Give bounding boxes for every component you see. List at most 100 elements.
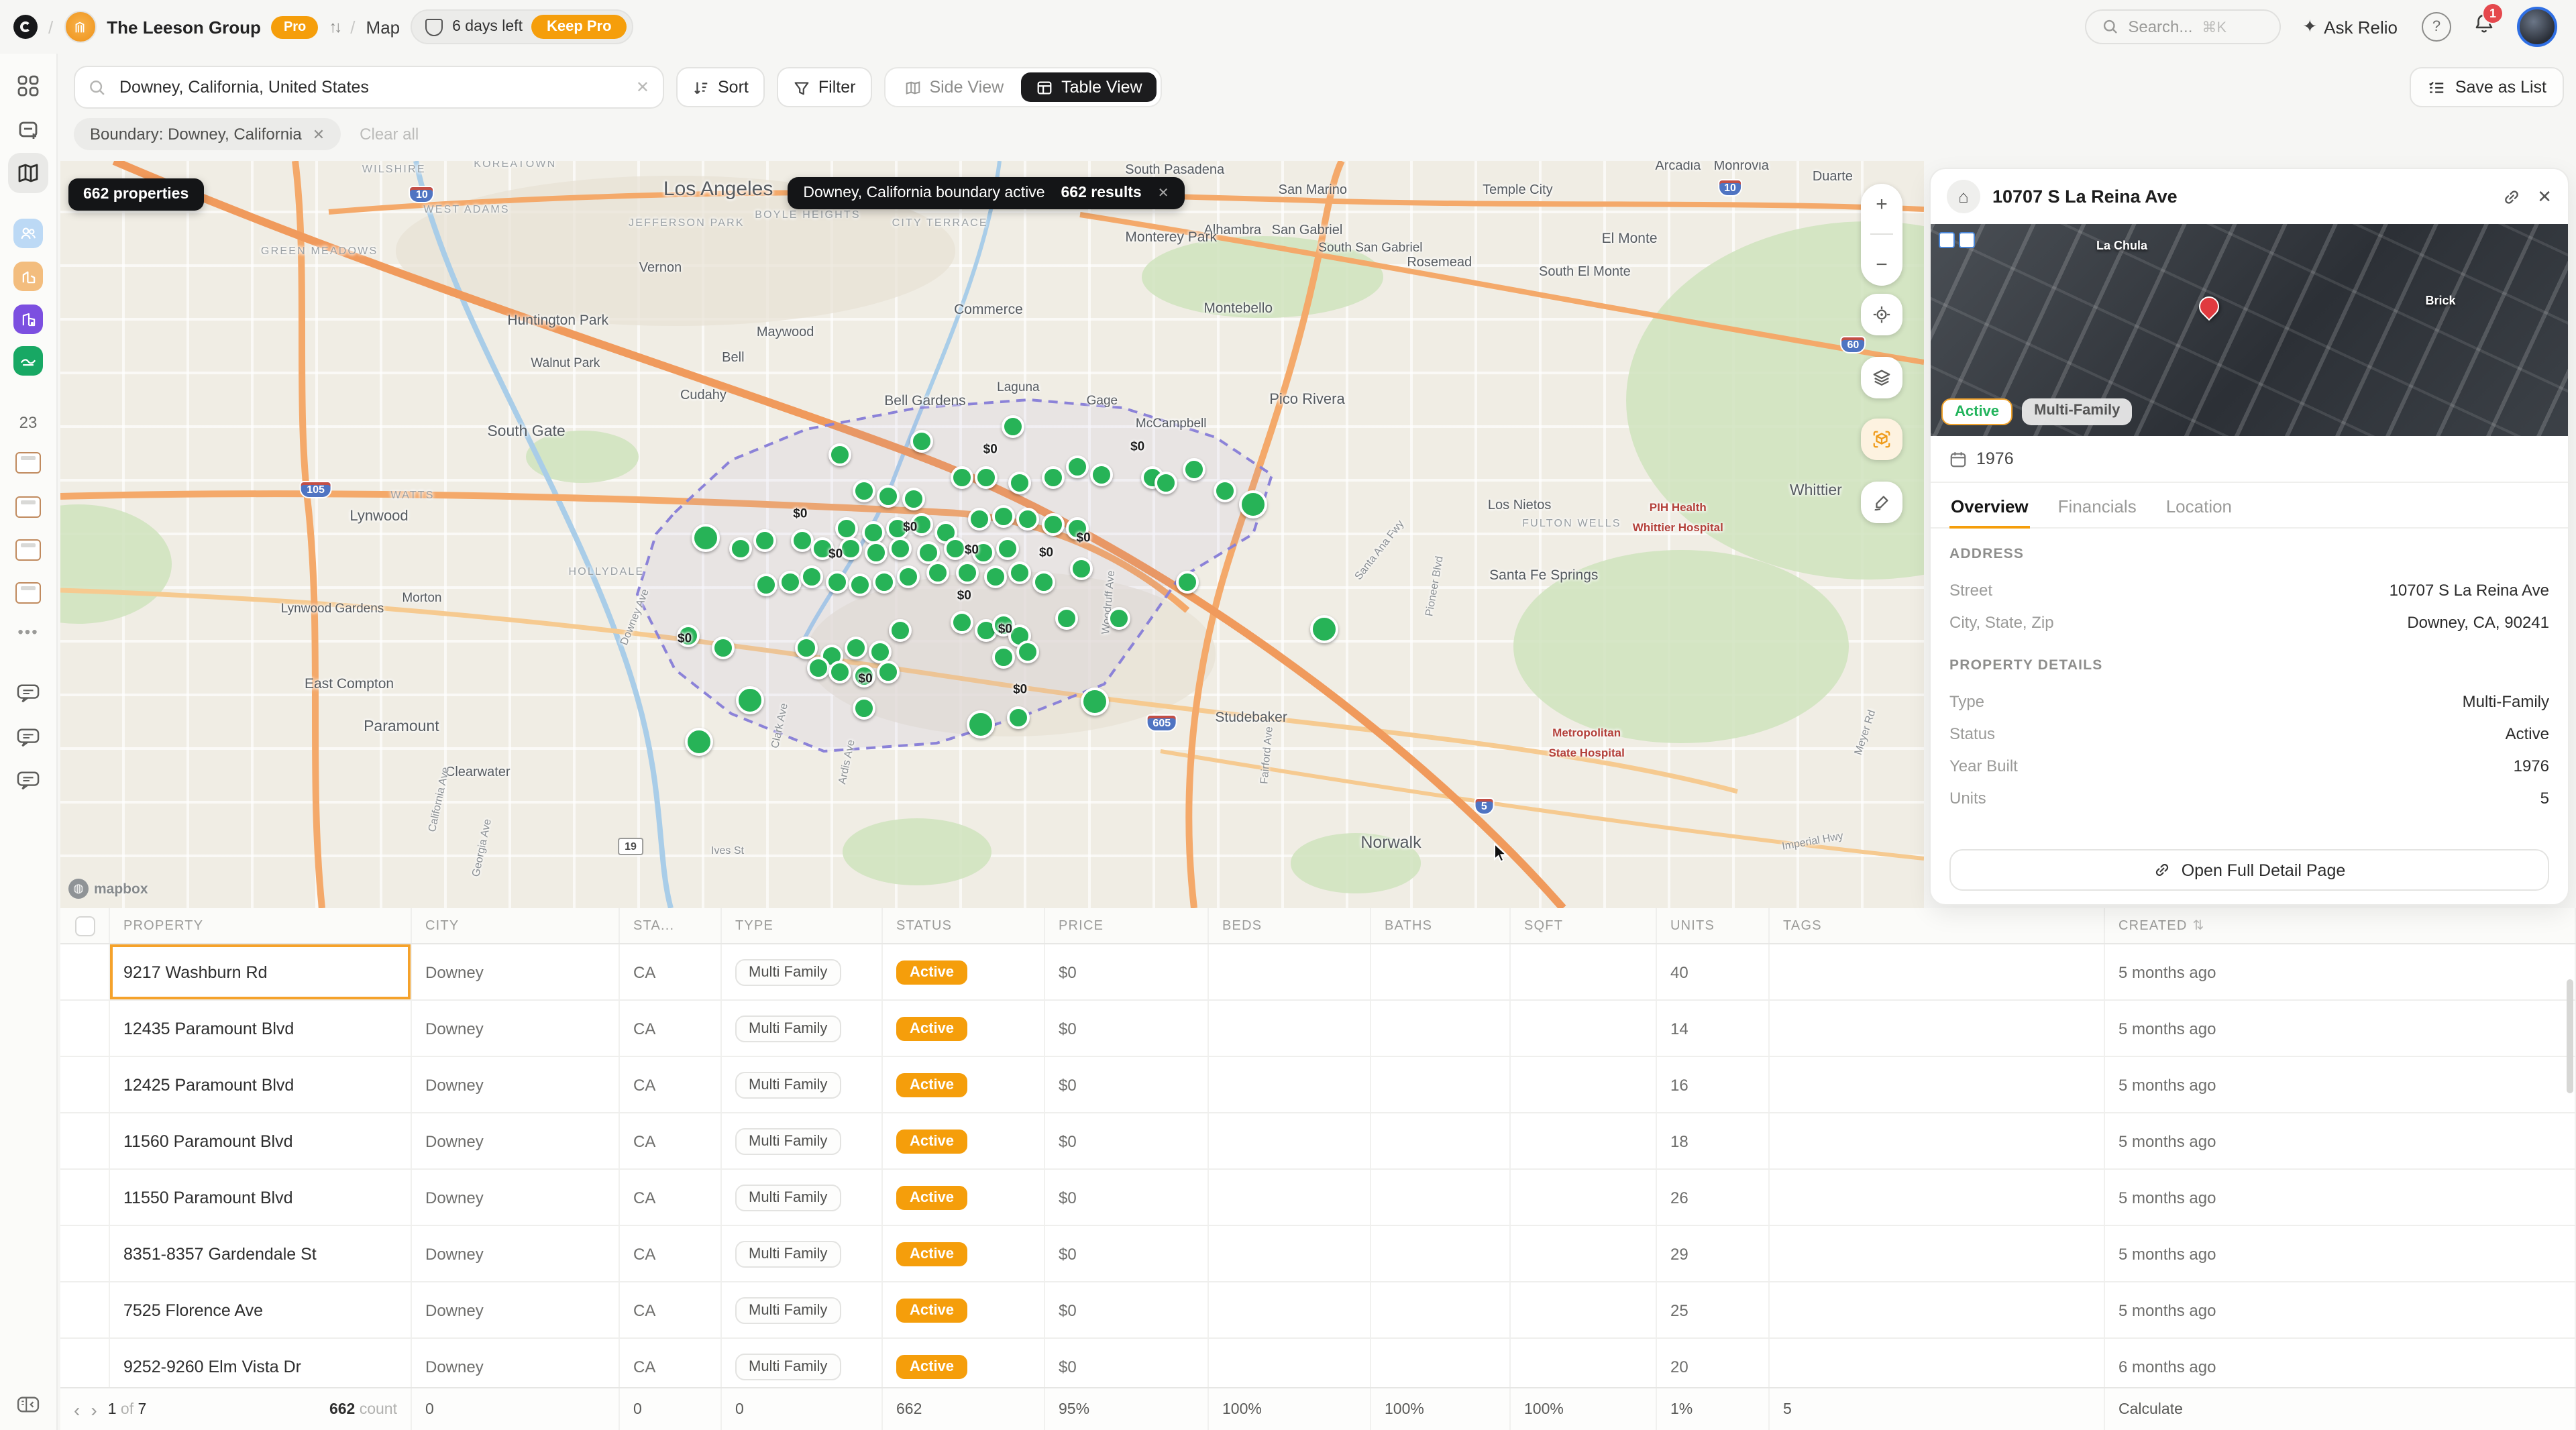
map[interactable]: Los AngelesSouth PasadenaSan MarinoAlham…: [60, 161, 1924, 908]
draw-button[interactable]: [1861, 482, 1902, 523]
row-checkbox-cell[interactable]: [60, 1170, 110, 1225]
col-beds[interactable]: BEDS: [1209, 908, 1371, 943]
row-checkbox-cell[interactable]: [60, 1282, 110, 1337]
property-marker[interactable]: [780, 570, 802, 593]
filter-button[interactable]: Filter: [777, 67, 872, 107]
property-marker[interactable]: [1070, 557, 1093, 580]
row-checkbox-cell[interactable]: [60, 1001, 110, 1056]
table-view-tab[interactable]: Table View: [1021, 72, 1157, 102]
location-search[interactable]: ✕: [74, 66, 664, 109]
property-marker[interactable]: [943, 537, 966, 560]
property-marker[interactable]: [992, 646, 1015, 669]
notifications-button[interactable]: 1: [2473, 12, 2496, 42]
sidebar-more[interactable]: •••: [17, 622, 38, 641]
next-page-button[interactable]: ›: [91, 1398, 97, 1420]
clear-search-icon[interactable]: ✕: [636, 78, 649, 97]
property-marker[interactable]: [845, 636, 867, 659]
tab-overview[interactable]: Overview: [1949, 483, 2030, 527]
property-marker[interactable]: [852, 696, 875, 719]
property-marker[interactable]: [1177, 570, 1199, 593]
col-status[interactable]: STATUS: [883, 908, 1045, 943]
locate-button[interactable]: [1861, 294, 1902, 335]
property-marker[interactable]: [1007, 706, 1030, 729]
sidebar-chat-2[interactable]: [15, 727, 41, 749]
col-baths[interactable]: BATHS: [1371, 908, 1511, 943]
boundary-banner[interactable]: Downey, California boundary active 662 r…: [787, 177, 1185, 209]
property-marker[interactable]: [951, 611, 974, 634]
breadcrumb-current-page[interactable]: Map: [366, 17, 400, 37]
table-row[interactable]: 12425 Paramount Blvd Downey CA Multi Fam…: [60, 1057, 2576, 1113]
property-marker[interactable]: [712, 636, 735, 659]
property-marker[interactable]: [975, 466, 998, 489]
side-view-tab[interactable]: Side View: [889, 72, 1018, 102]
cell-property[interactable]: 12425 Paramount Blvd: [110, 1057, 412, 1112]
property-marker[interactable]: [835, 517, 858, 540]
cell-property[interactable]: 11560 Paramount Blvd: [110, 1113, 412, 1168]
property-marker[interactable]: [876, 484, 899, 507]
property-marker[interactable]: [1009, 472, 1032, 494]
boundary-chip[interactable]: Boundary: Downey, California ✕: [74, 118, 341, 150]
property-marker[interactable]: [910, 431, 932, 453]
sidebar-item-apps[interactable]: [16, 74, 40, 98]
property-marker[interactable]: [1002, 416, 1024, 439]
col-created[interactable]: CREATED⇅: [2105, 908, 2576, 943]
row-checkbox-cell[interactable]: [60, 1226, 110, 1281]
save-as-list-button[interactable]: Save as List: [2410, 67, 2564, 107]
property-marker[interactable]: [1239, 490, 1267, 518]
col-state[interactable]: STA...: [620, 908, 722, 943]
sidebar-collapse-button[interactable]: [15, 1395, 41, 1414]
property-marker[interactable]: [1214, 480, 1236, 502]
tab-financials[interactable]: Financials: [2057, 483, 2138, 527]
property-marker[interactable]: [1042, 466, 1065, 489]
workspace-switcher-icon[interactable]: ↑↓: [329, 17, 339, 36]
property-marker[interactable]: [736, 685, 764, 714]
sidebar-chat-3[interactable]: [15, 770, 41, 791]
property-marker[interactable]: [1091, 463, 1114, 486]
property-marker[interactable]: [800, 565, 823, 588]
sidebar-list-1[interactable]: [15, 452, 41, 474]
property-marker[interactable]: [1055, 608, 1078, 630]
cell-property[interactable]: 9217 Washburn Rd: [110, 944, 412, 999]
boundary-banner-close-icon[interactable]: ✕: [1158, 186, 1169, 201]
property-marker[interactable]: [791, 529, 814, 552]
sidebar-item-buildings[interactable]: [13, 305, 43, 334]
relio-logo-icon[interactable]: [13, 15, 38, 39]
property-marker[interactable]: [1081, 687, 1109, 715]
cell-property[interactable]: 11550 Paramount Blvd: [110, 1170, 412, 1225]
sidebar-item-properties[interactable]: [13, 262, 43, 291]
property-marker[interactable]: [918, 542, 941, 565]
row-checkbox-cell[interactable]: [60, 944, 110, 999]
select-all-checkbox[interactable]: [74, 916, 95, 936]
sidebar-list-3[interactable]: [15, 539, 41, 561]
property-marker[interactable]: [1182, 458, 1205, 481]
col-property[interactable]: PROPERTY: [110, 908, 412, 943]
open-full-detail-button[interactable]: Open Full Detail Page: [1949, 849, 2549, 891]
property-marker[interactable]: [865, 542, 888, 565]
property-marker[interactable]: [1067, 455, 1089, 478]
property-marker[interactable]: [926, 562, 949, 585]
ask-relio-button[interactable]: ✦ Ask Relio: [2302, 16, 2398, 38]
property-marker[interactable]: [902, 488, 925, 511]
cell-property[interactable]: 8351-8357 Gardendale St: [110, 1226, 412, 1281]
user-avatar[interactable]: [2517, 7, 2557, 47]
property-marker[interactable]: [1042, 512, 1065, 535]
sidebar-list-2[interactable]: [15, 496, 41, 518]
copy-link-icon[interactable]: [2502, 187, 2521, 206]
cell-property[interactable]: 7525 Florence Ave: [110, 1282, 412, 1337]
property-marker[interactable]: [876, 661, 899, 683]
property-marker[interactable]: [826, 570, 849, 593]
property-marker[interactable]: [873, 570, 896, 593]
property-marker[interactable]: [729, 537, 752, 560]
property-marker[interactable]: [968, 508, 991, 531]
keep-pro-button[interactable]: Keep Pro: [532, 15, 627, 39]
property-marker[interactable]: [755, 573, 778, 596]
property-marker[interactable]: [828, 443, 851, 466]
sidebar-list-4[interactable]: [15, 582, 41, 604]
col-units[interactable]: UNITS: [1657, 908, 1770, 943]
col-city[interactable]: CITY: [412, 908, 620, 943]
sidebar-item-new-note[interactable]: [16, 118, 40, 142]
table-scrollbar[interactable]: [2567, 979, 2573, 1093]
sort-button[interactable]: Sort: [676, 67, 765, 107]
zoom-in-button[interactable]: +: [1876, 193, 1888, 216]
property-marker[interactable]: [1016, 641, 1039, 663]
